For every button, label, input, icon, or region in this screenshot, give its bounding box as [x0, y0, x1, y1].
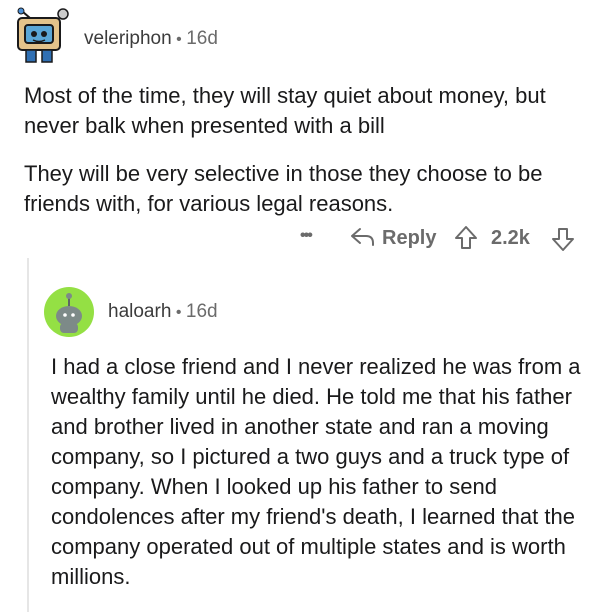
avatar[interactable]	[8, 4, 74, 66]
reply-meta-separator: •	[175, 304, 182, 321]
reply-meta: haloarh • 16d	[108, 301, 218, 323]
avatar-robot-icon	[15, 7, 71, 65]
meta-separator: •	[176, 31, 182, 48]
vote-score: 2.2k	[491, 227, 530, 249]
comment-actions: ••• Reply 2.2k	[300, 224, 599, 256]
timestamp: 16d	[186, 28, 218, 49]
reply-icon[interactable]	[350, 226, 376, 254]
comment-paragraph-1: Most of the time, they will stay quiet a…	[24, 83, 546, 138]
thread-line[interactable]	[27, 258, 29, 612]
reply-avatar[interactable]	[44, 287, 94, 337]
reply-username[interactable]: haloarh	[108, 301, 171, 322]
username[interactable]: veleriphon	[84, 28, 172, 49]
upvote-icon[interactable]	[454, 225, 478, 257]
reply-button[interactable]: Reply	[382, 227, 436, 250]
avatar-snoo-icon	[44, 287, 94, 337]
comment-meta: veleriphon • 16d	[84, 28, 218, 50]
comment-paragraph-2: They will be very selective in those the…	[24, 161, 543, 216]
more-options-icon[interactable]: •••	[300, 227, 313, 245]
reply-timestamp: 16d	[185, 301, 218, 322]
downvote-icon[interactable]	[551, 226, 575, 258]
reply-body: I had a close friend and I never realize…	[51, 354, 581, 589]
